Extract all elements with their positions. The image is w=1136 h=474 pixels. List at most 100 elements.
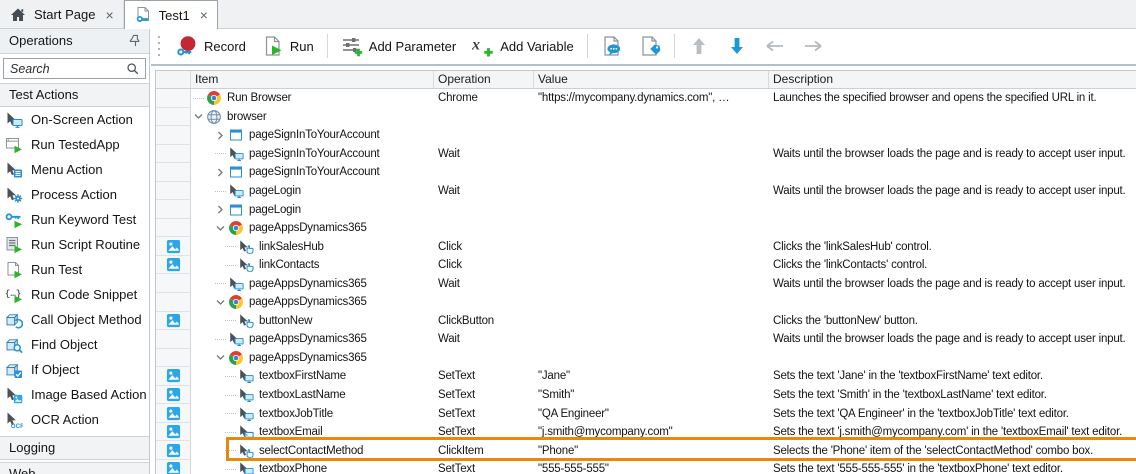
button-label: Record	[204, 39, 246, 54]
item-cell: pageSignInToYourAccount	[191, 145, 434, 164]
process-action-icon	[5, 186, 23, 204]
tree-line	[225, 395, 236, 396]
test-step-row-pageappsdynamics365[interactable]: pageAppsDynamics365	[156, 349, 1136, 368]
search-input[interactable]: Search	[3, 58, 146, 79]
sidebar-item-run-keyword-test[interactable]: Run Keyword Test	[0, 207, 149, 232]
label-button[interactable]	[631, 32, 669, 60]
add-parameter-button[interactable]: Add Parameter	[333, 32, 464, 60]
screenshot-cell	[156, 274, 191, 293]
screenshot-cell[interactable]	[156, 423, 191, 442]
sidebar-item-if-object[interactable]: If Object	[0, 357, 149, 382]
test-step-row-textboxfirstname[interactable]: textboxFirstNameSetText"Jane"Sets the te…	[156, 367, 1136, 386]
chevron-down-icon[interactable]	[215, 297, 228, 308]
description-cell: Clicks the 'linkContacts' control.	[769, 256, 1136, 275]
operation-cell: Wait	[434, 182, 534, 201]
screenshot-icon	[166, 368, 181, 383]
chevron-down-icon[interactable]	[193, 111, 206, 122]
screenshot-cell	[156, 126, 191, 145]
test-step-row-textboxphone[interactable]: textboxPhoneSetText"555-555-555"Sets the…	[156, 460, 1136, 474]
screenshot-cell[interactable]	[156, 367, 191, 386]
svg-text:OCR: OCR	[11, 422, 23, 428]
operation-cell: SetText	[434, 386, 534, 405]
test-step-row-browser[interactable]: browser	[156, 108, 1136, 127]
add-parameter-icon	[341, 35, 363, 57]
test-step-row-linksaleshub[interactable]: linkSalesHubClickClicks the 'linkSalesHu…	[156, 237, 1136, 256]
test-step-row-pagelogin[interactable]: pageLoginWaitWaits until the browser loa…	[156, 182, 1136, 201]
operation-cell: Chrome	[434, 89, 534, 108]
test-step-row-pageappsdynamics365[interactable]: pageAppsDynamics365	[156, 219, 1136, 238]
move-down-button[interactable]	[718, 32, 756, 60]
item-cell: textboxEmail	[191, 423, 434, 442]
move-up-button[interactable]	[680, 32, 718, 60]
tab-start-page[interactable]: Start Page×	[0, 1, 124, 28]
screenshot-cell[interactable]	[156, 237, 191, 256]
sidebar-item-process-action[interactable]: Process Action	[0, 182, 149, 207]
operation-value: ClickButton	[438, 315, 494, 327]
tab-test1[interactable]: Test1×	[124, 0, 218, 29]
sidebar-item-run-code-snippet[interactable]: {…}Run Code Snippet	[0, 282, 149, 307]
chevron-right-icon[interactable]	[215, 130, 228, 141]
test-step-row-linkcontacts[interactable]: linkContacts Click Clicks the 'linkContact…	[156, 256, 1136, 275]
close-icon[interactable]: ×	[105, 8, 113, 22]
sidebar-item-image-based-action[interactable]: Image Based Action	[0, 382, 149, 407]
screenshot-cell[interactable]	[156, 460, 191, 474]
test-step-row-textboxemail[interactable]: textboxEmailSetText"j.smith@mycompany.co…	[156, 423, 1136, 442]
test-step-row-pagelogin[interactable]: pageLogin	[156, 200, 1136, 219]
item-cell: pageSignInToYourAccount	[191, 163, 434, 182]
section-header-test-actions[interactable]: Test Actions	[0, 83, 149, 107]
sidebar-item-run-script-routine[interactable]: Run Script Routine	[0, 232, 149, 257]
item-cell: pageLogin	[191, 200, 434, 219]
grid-header-row: ItemOperationValueDescription	[156, 71, 1136, 89]
tree-line	[193, 98, 204, 99]
screenshot-cell[interactable]	[156, 386, 191, 405]
sidebar-item-menu-action[interactable]: Menu Action	[0, 157, 149, 182]
description-text: Sets the text 'QA Engineer' in the 'text…	[773, 408, 1069, 420]
test-step-row-pagesignintoyouraccount[interactable]: pageSignInToYourAccount	[156, 126, 1136, 145]
run-button[interactable]: Run	[254, 32, 322, 60]
test-step-row-pagesignintoyouraccount[interactable]: pageSignInToYourAccount	[156, 163, 1136, 182]
test-step-row-buttonnew[interactable]: buttonNewClickButtonClicks the 'buttonNe…	[156, 312, 1136, 331]
section-header-web[interactable]: Web	[0, 462, 149, 474]
sidebar-item-find-object[interactable]: Find Object	[0, 332, 149, 357]
comment-button[interactable]	[593, 32, 631, 60]
add-variable-button[interactable]: xAdd Variable	[464, 32, 581, 60]
pin-icon[interactable]	[129, 34, 142, 47]
chevron-right-icon[interactable]	[215, 167, 228, 178]
test-step-row-textboxlastname[interactable]: textboxLastNameSetText"Smith"Sets the te…	[156, 386, 1136, 405]
value-text: "QA Engineer"	[538, 408, 609, 420]
item-cell: selectContactMethod	[191, 441, 434, 460]
chevron-down-icon[interactable]	[215, 223, 228, 234]
chevron-right-icon[interactable]	[215, 204, 228, 215]
test-step-row-selectcontactmethod[interactable]: selectContactMethodClickItem"Phone"Selec…	[156, 441, 1136, 460]
sidebar-item-ocr-action[interactable]: OCROCR Action	[0, 407, 149, 432]
value-cell: "QA Engineer"	[534, 404, 769, 423]
sidebar-item-run-testedapp[interactable]: Run TestedApp	[0, 132, 149, 157]
screenshot-cell[interactable]	[156, 312, 191, 331]
sidebar-item-run-test[interactable]: Run Test	[0, 257, 149, 282]
tree-line	[225, 376, 236, 377]
screenshot-cell[interactable]	[156, 404, 191, 423]
indent-left-button[interactable]	[756, 32, 794, 60]
test-step-row-pageappsdynamics365[interactable]: pageAppsDynamics365	[156, 293, 1136, 312]
toolbar-grip-icon[interactable]	[156, 34, 163, 58]
screenshot-cell[interactable]	[156, 256, 191, 275]
close-icon[interactable]: ×	[200, 8, 208, 22]
item-cell: linkContacts	[191, 256, 434, 275]
section-header-logging[interactable]: Logging	[0, 436, 149, 460]
test-step-row-textboxjobtitle[interactable]: textboxJobTitleSetText"QA Engineer"Sets …	[156, 404, 1136, 423]
sidebar-item-call-object-method[interactable]: Call Object Method	[0, 307, 149, 332]
test-step-row-pageappsdynamics365[interactable]: pageAppsDynamics365WaitWaits until the b…	[156, 330, 1136, 349]
sidebar-item-on-screen-action[interactable]: On-Screen Action	[0, 107, 149, 132]
indent-right-button[interactable]	[794, 32, 832, 60]
chevron-down-icon[interactable]	[215, 352, 228, 363]
test-step-row-pagesignintoyouraccount[interactable]: pageSignInToYourAccountWaitWaits until t…	[156, 145, 1136, 164]
screenshot-cell[interactable]	[156, 441, 191, 460]
tree-line	[225, 450, 236, 451]
operation-value: SetText	[438, 426, 475, 438]
toolbar-buttons: Record Run Add ParameterxAdd Variable	[168, 32, 832, 60]
run-testedapp-icon	[5, 136, 23, 154]
operation-value: Click	[438, 259, 462, 271]
record-button[interactable]: Record	[168, 32, 254, 60]
test-step-row-pageappsdynamics365[interactable]: pageAppsDynamics365WaitWaits until the b…	[156, 274, 1136, 293]
test-step-row-run-browser[interactable]: Run BrowserChrome"https://mycompany.dyna…	[156, 89, 1136, 108]
